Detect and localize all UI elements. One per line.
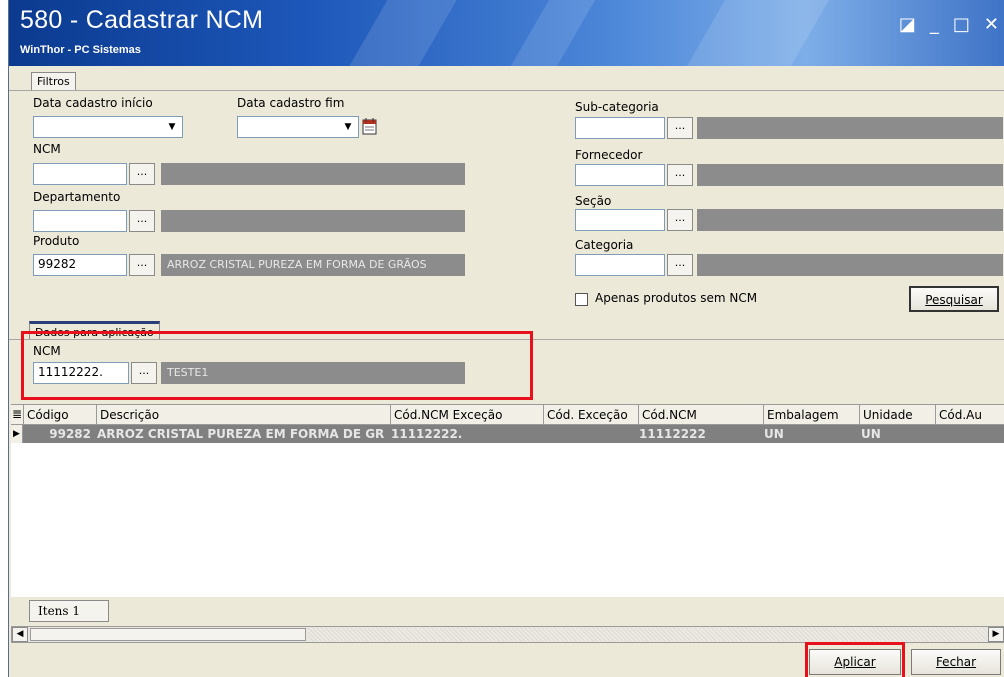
tab-dados-aplicacao[interactable]: Dados para aplicação: [29, 321, 160, 339]
cell-unidade: UN: [861, 427, 881, 441]
cell-cod-ncm: 11112222: [639, 427, 706, 441]
ncm-aplicacao-description: TESTE1: [161, 362, 465, 384]
title-bar: 580 - Cadastrar NCM WinThor - PC Sistema…: [9, 0, 1004, 66]
cell-embalagem: UN: [764, 427, 784, 441]
categoria-description: [697, 254, 1003, 276]
grid-header: ≣ Código Descrição Cód.NCM Exceção Cód. …: [11, 404, 1004, 425]
calendar-icon[interactable]: [362, 117, 378, 135]
ncm-aplicacao-input[interactable]: 11112222.: [33, 362, 129, 384]
aplicar-button-label: Aplicar: [834, 655, 876, 669]
col-unidade[interactable]: Unidade: [859, 405, 935, 425]
departamento-label: Departamento: [33, 190, 121, 204]
data-inicio-label: Data cadastro início: [33, 96, 153, 110]
ncm-aplicacao-label: NCM: [33, 344, 61, 358]
departamento-lookup-button[interactable]: ...: [129, 210, 155, 232]
title-decoration: [675, 0, 833, 66]
status-bar: [11, 597, 1004, 623]
categoria-label: Categoria: [575, 238, 634, 252]
grid-menu-icon[interactable]: ≣: [11, 405, 23, 425]
grid-body: ▶ 99282 ARROZ CRISTAL PUREZA EM FORMA DE…: [11, 425, 1004, 597]
scroll-right-icon[interactable]: ▶: [988, 627, 1004, 642]
chevron-down-icon[interactable]: ▼: [164, 119, 180, 135]
tab-divider: [9, 90, 1004, 91]
apenas-sem-ncm-checkbox[interactable]: [575, 293, 588, 306]
scroll-left-icon[interactable]: ◀: [12, 627, 28, 642]
cell-codigo: 99282: [49, 427, 91, 441]
data-inicio-combo[interactable]: ▼: [33, 116, 183, 138]
col-codigo[interactable]: Código: [23, 405, 96, 425]
col-embalagem[interactable]: Embalagem: [763, 405, 859, 425]
secao-description: [697, 209, 1003, 231]
pesquisar-button-label: Pesquisar: [925, 293, 983, 307]
cell-descricao: ARROZ CRISTAL PUREZA EM FORMA DE GR: [97, 427, 385, 441]
secao-lookup-button[interactable]: ...: [667, 209, 693, 231]
departamento-input[interactable]: [33, 210, 127, 232]
maximize-icon[interactable]: □: [953, 16, 970, 34]
title-decoration: [491, 0, 607, 66]
fechar-button-label: Fechar: [935, 655, 977, 669]
fornecedor-description: [697, 164, 1003, 186]
subcategoria-description: [697, 117, 1003, 139]
restore-icon[interactable]: ◪: [899, 16, 916, 34]
tab-divider: [9, 339, 1004, 340]
produto-label: Produto: [33, 234, 80, 248]
aplicar-button[interactable]: Aplicar: [809, 649, 901, 675]
tab-filtros[interactable]: Filtros: [31, 72, 76, 90]
produto-input[interactable]: 99282: [33, 254, 127, 276]
pesquisar-button[interactable]: Pesquisar: [909, 286, 999, 312]
categoria-lookup-button[interactable]: ...: [667, 254, 693, 276]
col-cod-au[interactable]: Cód.Au: [935, 405, 1004, 425]
scroll-thumb[interactable]: [30, 628, 306, 641]
produto-description: ARROZ CRISTAL PUREZA EM FORMA DE GRÃOS: [161, 254, 465, 276]
ncm-filter-description: [161, 163, 465, 185]
chevron-down-icon[interactable]: ▼: [340, 119, 356, 135]
row-indicator-icon: ▶: [11, 425, 23, 443]
title-decoration: [333, 0, 465, 66]
close-icon[interactable]: ✕: [984, 16, 999, 34]
fechar-button[interactable]: Fechar: [911, 649, 1001, 675]
window-title: 580 - Cadastrar NCM: [20, 6, 264, 34]
produto-lookup-button[interactable]: ...: [129, 254, 155, 276]
col-cod-ncm[interactable]: Cód.NCM: [638, 405, 763, 425]
table-row[interactable]: ▶ 99282 ARROZ CRISTAL PUREZA EM FORMA DE…: [11, 425, 1004, 443]
departamento-description: [161, 210, 465, 232]
scroll-track[interactable]: [308, 628, 988, 641]
data-fim-label: Data cadastro fim: [237, 96, 345, 110]
subcategoria-input[interactable]: [575, 117, 665, 139]
col-descricao[interactable]: Descrição: [96, 405, 390, 425]
categoria-input[interactable]: [575, 254, 665, 276]
apenas-sem-ncm-label: Apenas produtos sem NCM: [595, 291, 758, 305]
subcategoria-label: Sub-categoria: [575, 100, 659, 114]
minimize-icon[interactable]: _: [930, 16, 939, 34]
secao-input[interactable]: [575, 209, 665, 231]
fornecedor-input[interactable]: [575, 164, 665, 186]
fornecedor-lookup-button[interactable]: ...: [667, 164, 693, 186]
ncm-filter-label: NCM: [33, 142, 61, 156]
ncm-filter-input[interactable]: [33, 163, 127, 185]
secao-label: Seção: [575, 194, 612, 208]
col-cod-excecao[interactable]: Cód. Exceção: [543, 405, 638, 425]
cell-ncm-excecao: 11112222.: [391, 427, 463, 441]
ncm-aplicacao-lookup-button[interactable]: ...: [131, 362, 157, 384]
fornecedor-label: Fornecedor: [575, 148, 643, 162]
window-subtitle: WinThor - PC Sistemas: [20, 44, 141, 56]
subcategoria-lookup-button[interactable]: ...: [667, 117, 693, 139]
data-fim-combo[interactable]: ▼: [237, 116, 359, 138]
app-window: 580 - Cadastrar NCM WinThor - PC Sistema…: [8, 0, 1004, 677]
items-count: Itens 1: [29, 600, 109, 622]
horizontal-scrollbar[interactable]: ◀ ▶: [11, 626, 1004, 643]
ncm-lookup-button[interactable]: ...: [129, 163, 155, 185]
col-ncm-excecao[interactable]: Cód.NCM Exceção: [390, 405, 543, 425]
